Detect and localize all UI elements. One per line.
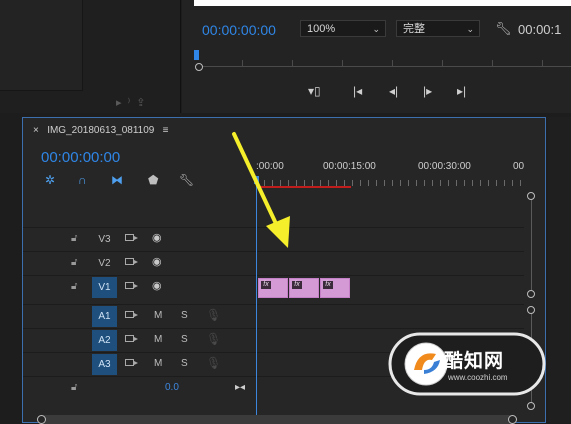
watermark-url: www.coozhi.com — [448, 373, 508, 382]
watermark: 酷知网 www.coozhi.com — [388, 330, 546, 398]
watermark-text: 酷知网 — [444, 351, 505, 372]
